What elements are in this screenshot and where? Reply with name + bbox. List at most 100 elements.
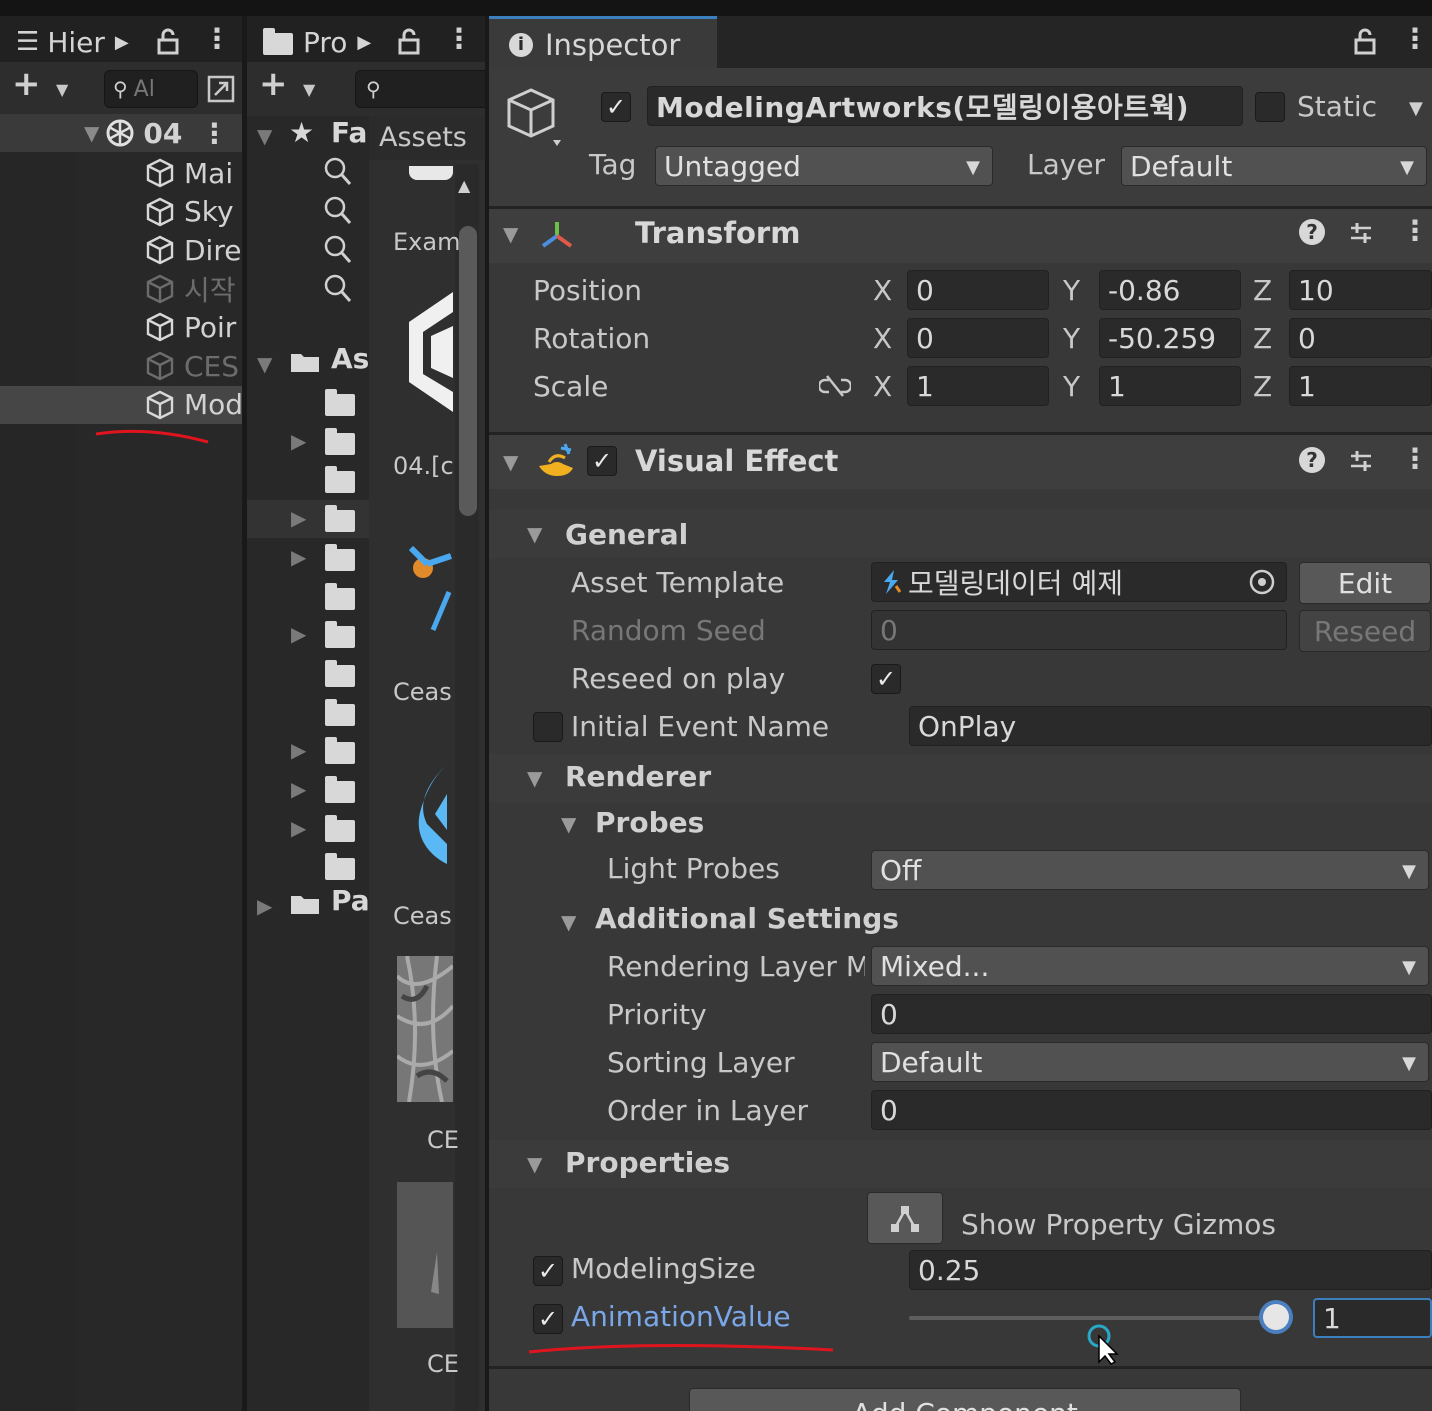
scale-x-field[interactable]: 1 — [907, 366, 1049, 406]
chevron-down-icon[interactable]: ▼ — [1409, 98, 1423, 119]
animation-value-slider[interactable] — [909, 1316, 1289, 1320]
visual-effect-header[interactable] — [489, 435, 1432, 489]
hierarchy-item[interactable]: Dire — [0, 231, 242, 269]
help-icon[interactable]: ? — [1299, 219, 1325, 245]
reseed-on-play-checkbox[interactable]: ✓ — [871, 664, 901, 694]
initial-event-checkbox[interactable] — [533, 712, 563, 742]
texture-thumbnail[interactable] — [395, 955, 455, 1103]
edit-button[interactable]: Edit — [1299, 562, 1431, 604]
asset-label[interactable]: Ceas — [393, 902, 452, 930]
more-icon[interactable]: ⋮ — [445, 22, 473, 55]
hierarchy-item[interactable]: Mai — [0, 154, 242, 192]
folder-icon[interactable] — [325, 737, 355, 765]
folder-icon[interactable] — [325, 853, 355, 881]
folder-icon[interactable] — [325, 427, 355, 455]
assets-folder-label[interactable]: As — [331, 342, 369, 375]
rotation-z-field[interactable]: 0 — [1289, 318, 1432, 358]
hierarchy-item[interactable]: Sky — [0, 193, 242, 231]
breadcrumb[interactable]: Assets — [379, 122, 467, 153]
favorites-label[interactable]: Fa — [331, 116, 367, 149]
collapse-icon[interactable]: ▼ — [561, 812, 576, 836]
expand-icon[interactable]: ▶ — [291, 738, 306, 762]
animation-value-field[interactable]: 1 — [1313, 1298, 1432, 1338]
modeling-size-field[interactable]: 0.25 — [909, 1250, 1432, 1290]
rotation-y-field[interactable]: -50.259 — [1099, 318, 1241, 358]
collapse-icon[interactable]: ▼ — [561, 910, 576, 934]
expand-icon[interactable]: ▶ — [257, 894, 272, 918]
texture-thumbnail[interactable] — [397, 1182, 453, 1328]
asset-label[interactable]: CE — [427, 1126, 459, 1154]
layer-dropdown[interactable]: Default ▼ — [1121, 146, 1427, 186]
folder-icon[interactable] — [325, 621, 355, 649]
gameobject-cube-icon[interactable] — [505, 86, 569, 150]
slider-handle[interactable] — [1263, 1304, 1289, 1330]
asset-template-field[interactable]: 모델링데이터 예제 — [871, 562, 1287, 602]
lock-icon[interactable] — [1353, 28, 1377, 56]
hierarchy-item[interactable]: 시작 — [0, 270, 242, 308]
lock-icon[interactable] — [397, 28, 421, 56]
folder-icon[interactable] — [325, 466, 355, 494]
folder-icon[interactable] — [325, 505, 355, 533]
vfx-asset-thumbnail[interactable] — [429, 586, 453, 636]
collapse-icon[interactable]: ▼ — [527, 1152, 542, 1176]
expand-icon[interactable]: ▶ — [291, 545, 306, 569]
expand-icon[interactable]: ▶ — [291, 816, 306, 840]
tag-dropdown[interactable]: Untagged ▼ — [655, 146, 993, 186]
add-component-button[interactable]: Add Component — [689, 1388, 1241, 1411]
project-search-input[interactable]: ⚲ — [355, 70, 485, 108]
more-icon[interactable]: ⋮ — [1401, 214, 1429, 247]
lock-icon[interactable] — [156, 28, 180, 56]
folder-icon[interactable] — [325, 776, 355, 803]
expand-icon[interactable]: ▶ — [291, 777, 306, 801]
additional-settings-title[interactable]: Additional Settings — [595, 902, 899, 935]
modeling-size-checkbox[interactable]: ✓ — [533, 1256, 563, 1286]
asset-thumbnail[interactable] — [409, 166, 453, 180]
scale-z-field[interactable]: 1 — [1289, 366, 1432, 406]
help-icon[interactable]: ? — [1299, 447, 1325, 473]
hierarchy-tab[interactable]: ☰ Hier ▶ — [16, 22, 146, 62]
scroll-up-icon[interactable]: ▲ — [458, 176, 470, 195]
position-x-field[interactable]: 0 — [907, 270, 1049, 310]
vfx-asset-thumbnail[interactable] — [405, 526, 453, 586]
hierarchy-search-input[interactable]: ⚲ Al — [104, 70, 198, 108]
active-checkbox[interactable]: ✓ — [601, 92, 631, 122]
folder-icon[interactable] — [325, 389, 355, 416]
collapse-icon[interactable]: ▼ — [503, 222, 518, 246]
plus-icon[interactable]: + — [12, 64, 41, 104]
collapse-icon[interactable]: ▼ — [527, 766, 542, 790]
folder-icon[interactable] — [325, 698, 355, 726]
unity-logo-thumbnail[interactable] — [409, 292, 453, 412]
saved-search-icon[interactable] — [323, 195, 353, 227]
asset-label[interactable]: 04.[c — [393, 452, 454, 480]
expand-icon[interactable]: ▼ — [84, 121, 99, 145]
priority-field[interactable]: 0 — [871, 994, 1432, 1034]
transform-header[interactable] — [489, 209, 1432, 263]
preset-sliders-icon[interactable] — [1347, 219, 1375, 247]
folder-icon[interactable] — [325, 582, 355, 610]
static-checkbox[interactable] — [1255, 92, 1285, 122]
expand-icon[interactable]: ▼ — [257, 352, 272, 376]
expand-icon[interactable]: ▼ — [257, 124, 272, 148]
more-icon[interactable]: ⋮ — [203, 22, 231, 55]
preset-sliders-icon[interactable] — [1347, 447, 1375, 475]
project-tab[interactable]: Pro ▶ — [263, 22, 379, 62]
plus-icon[interactable]: + — [259, 64, 288, 104]
folder-icon[interactable] — [325, 814, 355, 842]
expand-icon[interactable]: ▶ — [291, 622, 306, 646]
asset-label[interactable]: Ceas — [393, 678, 452, 706]
more-icon[interactable]: ⋮ — [1401, 442, 1429, 475]
folder-icon[interactable] — [325, 659, 355, 687]
order-in-layer-field[interactable]: 0 — [871, 1090, 1432, 1130]
initial-event-field[interactable]: OnPlay — [909, 706, 1432, 746]
position-y-field[interactable]: -0.86 — [1099, 270, 1241, 310]
object-name-field[interactable]: ModelingArtworks(모델링이용아트웍) — [647, 86, 1243, 126]
expand-icon[interactable]: ▶ — [291, 429, 306, 453]
visual-effect-enabled-checkbox[interactable]: ✓ — [587, 446, 617, 476]
light-probes-dropdown[interactable]: Off ▼ — [871, 850, 1429, 890]
scene-visibility-icon[interactable] — [206, 74, 236, 104]
probes-title[interactable]: Probes — [595, 806, 704, 839]
saved-search-icon[interactable] — [323, 273, 353, 305]
scene-row[interactable]: ▼ 04 ⋮ — [0, 114, 242, 152]
asset-label[interactable]: Exam — [393, 228, 460, 256]
packages-folder-label[interactable]: Pa — [331, 884, 370, 917]
